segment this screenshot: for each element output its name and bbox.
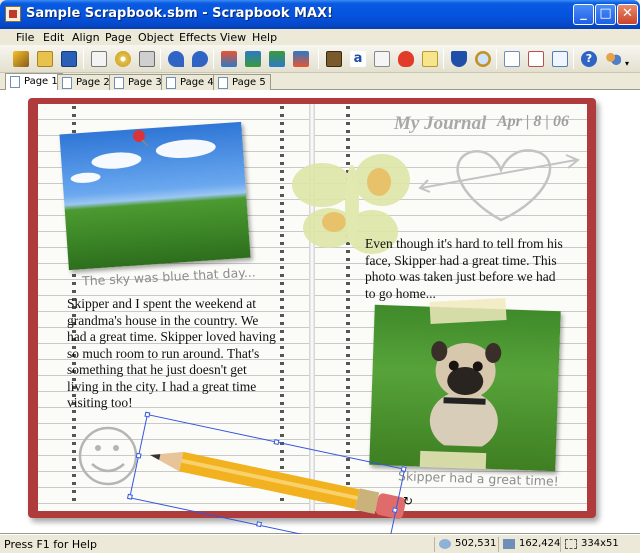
- resize-handle[interactable]: [273, 439, 280, 446]
- page-icon: [218, 77, 228, 89]
- resize-handle[interactable]: [126, 493, 133, 500]
- status-bar: Press F1 for Help 502,531 162,424 334x51: [0, 534, 640, 553]
- burn-cd-icon[interactable]: [112, 48, 134, 70]
- resize-handle[interactable]: [256, 521, 263, 528]
- bring-forward-icon[interactable]: [218, 48, 240, 70]
- add-text-icon[interactable]: a: [347, 48, 369, 70]
- toolbar: a ? ▾: [0, 45, 640, 73]
- email-icon[interactable]: [88, 48, 110, 70]
- app-icon[interactable]: [5, 6, 21, 22]
- cloud: [155, 137, 217, 160]
- resize-handle[interactable]: [144, 411, 151, 418]
- add-journal-icon[interactable]: [371, 48, 393, 70]
- photo-tape: [429, 298, 507, 324]
- page-icon: [10, 76, 20, 88]
- cursor-position-icon: [439, 539, 451, 549]
- print-icon[interactable]: [136, 48, 158, 70]
- wizard-icon[interactable]: [10, 48, 32, 70]
- help-icon[interactable]: ?: [578, 48, 600, 70]
- object-size-icon: [565, 539, 577, 549]
- menu-bar: File Edit Align Page Object Effects View…: [0, 29, 640, 45]
- status-object-position: 162,424: [498, 537, 560, 552]
- pug-dog-icon: [429, 341, 502, 448]
- maximize-button[interactable]: □: [595, 4, 616, 25]
- minimize-button[interactable]: _: [573, 4, 594, 25]
- resize-handle[interactable]: [135, 452, 142, 459]
- sky-photo[interactable]: [59, 121, 251, 271]
- bring-to-front-icon[interactable]: [266, 48, 288, 70]
- zoom-icon[interactable]: [472, 48, 494, 70]
- left-journal-text[interactable]: Skipper and I spent the weekend at grand…: [67, 296, 277, 412]
- journal-title[interactable]: My Journal: [394, 113, 486, 135]
- resize-handle[interactable]: [391, 507, 398, 514]
- menu-view[interactable]: View: [220, 31, 246, 44]
- status-object-size: 334x51: [560, 537, 638, 552]
- open-folder-icon[interactable]: [34, 48, 56, 70]
- right-journal-text[interactable]: Even though it's hard to tell from his f…: [365, 236, 565, 302]
- add-note-icon[interactable]: [419, 48, 441, 70]
- menu-help[interactable]: Help: [252, 31, 277, 44]
- page-icon: [166, 77, 176, 89]
- menu-file[interactable]: File: [16, 31, 34, 44]
- redo-icon[interactable]: [189, 48, 211, 70]
- undo-icon[interactable]: [165, 48, 187, 70]
- page-tab-bar: Page 1 Page 2 Page 3 Page 4 Page 5: [0, 73, 640, 90]
- delete-page-icon[interactable]: [525, 48, 547, 70]
- tab-page-4[interactable]: Page 4: [161, 74, 219, 90]
- tab-page-2[interactable]: Page 2: [57, 74, 115, 90]
- pug-photo[interactable]: [369, 304, 561, 472]
- menu-edit[interactable]: Edit: [43, 31, 64, 44]
- cloud: [70, 171, 101, 184]
- menu-page[interactable]: Page: [105, 31, 132, 44]
- photo-tape: [419, 450, 487, 470]
- rotate-cursor-icon: ↻: [403, 494, 414, 508]
- send-backward-icon[interactable]: [242, 48, 264, 70]
- status-help-text: Press F1 for Help: [4, 538, 97, 551]
- cloud: [90, 150, 142, 171]
- page-properties-icon[interactable]: [549, 48, 571, 70]
- object-position-icon: [503, 539, 515, 549]
- title-bar[interactable]: Sample Scrapbook.sbm - Scrapbook MAX! _ …: [0, 0, 640, 29]
- status-cursor-position: 502,531: [434, 537, 498, 552]
- push-pin-icon: [133, 130, 149, 147]
- page-icon: [114, 77, 124, 89]
- close-button[interactable]: ✕: [617, 4, 638, 25]
- resize-handle[interactable]: [400, 466, 407, 473]
- add-page-icon[interactable]: [501, 48, 523, 70]
- tab-page-1[interactable]: Page 1: [5, 73, 63, 90]
- users-icon[interactable]: [602, 48, 624, 70]
- heart-arrow-doodle-icon[interactable]: [416, 140, 586, 230]
- tab-page-5[interactable]: Page 5: [213, 74, 271, 90]
- add-photo-icon[interactable]: [323, 48, 345, 70]
- page-icon: [62, 77, 72, 89]
- tab-page-3[interactable]: Page 3: [109, 74, 167, 90]
- add-music-icon[interactable]: [448, 48, 470, 70]
- journal-date[interactable]: Apr | 8 | 06: [497, 113, 569, 131]
- send-to-back-icon[interactable]: [290, 48, 312, 70]
- menu-effects[interactable]: Effects: [179, 31, 216, 44]
- window-title: Sample Scrapbook.sbm - Scrapbook MAX!: [26, 6, 333, 21]
- add-embellishment-icon[interactable]: [395, 48, 417, 70]
- toolbar-overflow-icon[interactable]: ▾: [625, 59, 629, 68]
- menu-object[interactable]: Object: [138, 31, 174, 44]
- save-icon[interactable]: [58, 48, 80, 70]
- menu-align[interactable]: Align: [72, 31, 100, 44]
